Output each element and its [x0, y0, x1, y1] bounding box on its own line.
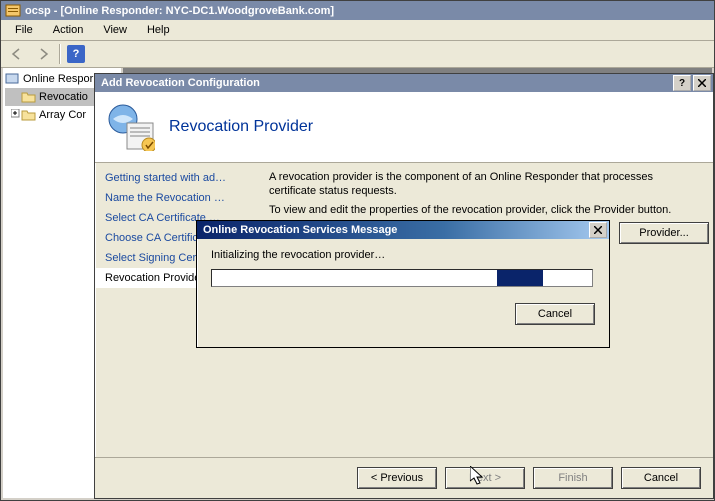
wizard-nav-name-revocation[interactable]: Name the Revocation …: [95, 188, 255, 208]
wizard-footer: < Previous Next > Finish Cancel: [95, 457, 713, 498]
wizard-header-icon: [107, 103, 155, 151]
menu-view[interactable]: View: [93, 22, 137, 38]
wizard-content-text-2: To view and edit the properties of the r…: [269, 203, 699, 217]
toolbar-divider: [59, 44, 60, 64]
message-cancel-button[interactable]: Cancel: [515, 303, 595, 325]
mmc-title-text: ocsp - [Online Responder: NYC-DC1.Woodgr…: [25, 5, 334, 17]
mmc-app-icon: [5, 3, 21, 19]
provider-button[interactable]: Provider...: [619, 222, 709, 244]
message-footer: Cancel: [197, 297, 609, 331]
toolbar-forward-button[interactable]: [31, 42, 55, 66]
wizard-cancel-button[interactable]: Cancel: [621, 467, 701, 489]
mmc-titlebar[interactable]: ocsp - [Online Responder: NYC-DC1.Woodgr…: [1, 1, 714, 20]
folder-icon: [21, 108, 37, 122]
mmc-toolbar: ?: [1, 41, 714, 68]
message-close-button[interactable]: [589, 222, 607, 238]
message-dialog: Online Revocation Services Message Initi…: [196, 220, 610, 348]
wizard-heading: Revocation Provider: [169, 118, 313, 136]
wizard-next-button[interactable]: Next >: [445, 467, 525, 489]
menu-file[interactable]: File: [5, 22, 43, 38]
menu-action[interactable]: Action: [43, 22, 94, 38]
wizard-nav-getting-started[interactable]: Getting started with ad…: [95, 168, 255, 188]
progress-bar: [211, 269, 593, 287]
tree-node-array-label: Array Cor: [39, 109, 86, 121]
folder-icon: [21, 90, 37, 104]
tree-root-label: Online Respor: [23, 73, 93, 85]
wizard-close-button[interactable]: [693, 75, 711, 91]
tree-root-icon: [5, 72, 21, 86]
message-body: Initializing the revocation provider…: [197, 239, 609, 297]
mmc-menubar: File Action View Help: [1, 20, 714, 41]
wizard-previous-button[interactable]: < Previous: [357, 467, 437, 489]
wizard-title-text: Add Revocation Configuration: [101, 77, 260, 89]
menu-help[interactable]: Help: [137, 22, 180, 38]
tree-expand-icon[interactable]: [9, 109, 21, 121]
wizard-finish-button[interactable]: Finish: [533, 467, 613, 489]
close-icon: [594, 226, 602, 234]
toolbar-back-button[interactable]: [5, 42, 29, 66]
message-text: Initializing the revocation provider…: [211, 249, 595, 261]
toolbar-help-button[interactable]: ?: [64, 42, 88, 66]
message-title-text: Online Revocation Services Message: [203, 224, 397, 236]
progress-bar-fill: [497, 270, 543, 286]
close-icon: [698, 79, 706, 87]
wizard-titlebar[interactable]: Add Revocation Configuration ?: [95, 74, 713, 92]
wizard-help-button[interactable]: ?: [673, 75, 691, 91]
wizard-header: Revocation Provider: [95, 92, 713, 163]
help-icon: ?: [67, 45, 85, 63]
message-titlebar[interactable]: Online Revocation Services Message: [197, 221, 609, 239]
tree-node-revocation-label: Revocatio: [39, 91, 88, 103]
wizard-content-text-1: A revocation provider is the component o…: [269, 170, 699, 199]
